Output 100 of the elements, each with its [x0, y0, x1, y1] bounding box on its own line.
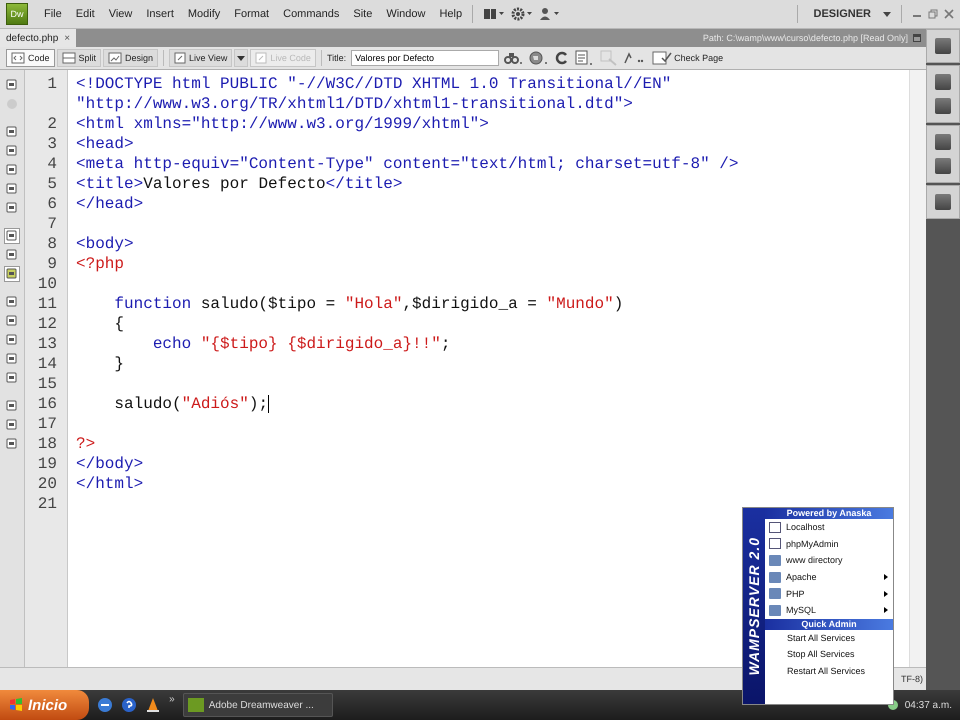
- code-line: <head>: [76, 134, 134, 154]
- document-tab[interactable]: defecto.php ×: [0, 29, 76, 47]
- menu-item[interactable]: www directory: [765, 552, 893, 569]
- menu-item[interactable]: Apache: [765, 568, 893, 586]
- line-number: 5: [46, 174, 57, 194]
- menu-header: Quick Admin: [765, 618, 893, 630]
- menu-item[interactable]: Site: [353, 8, 372, 20]
- code-line: echo "{$tipo} {$dirigido_a}!!";: [152, 334, 450, 354]
- line-number: 17: [36, 414, 57, 434]
- windows-flag-icon: [8, 697, 24, 713]
- help-icon[interactable]: [121, 697, 138, 713]
- folder-icon: [769, 604, 781, 616]
- caret-icon: [237, 56, 246, 60]
- code-line: <html xmlns="http://www.w3.org/1999/xhtml">: [76, 114, 489, 134]
- user-icon[interactable]: [539, 7, 562, 21]
- line-number: 18: [36, 434, 57, 454]
- taskbar-button[interactable]: Adobe Dreamweaver ...: [182, 693, 333, 717]
- line-number: 10: [36, 274, 57, 294]
- line-number: 20: [36, 474, 57, 494]
- caret-icon[interactable]: [883, 12, 891, 16]
- folder-icon: [769, 554, 781, 566]
- line-number: 9: [46, 254, 57, 274]
- page-icon: [769, 538, 781, 550]
- preview-icon: [255, 52, 268, 64]
- clock: 04:37 a.m.: [904, 700, 952, 710]
- encoding-label: TF-8): [901, 674, 923, 684]
- file-path: Path: C:\wamp\www\curso\defecto.php [Read Only]: [702, 33, 908, 43]
- menu-item[interactable]: Edit: [76, 8, 95, 20]
- line-number: 12: [36, 314, 57, 334]
- menu-item[interactable]: Window: [386, 8, 426, 20]
- code-line: <body>: [76, 234, 134, 254]
- menu-item[interactable]: View: [108, 8, 132, 20]
- page-icon: [769, 522, 781, 533]
- code-line: ?>: [76, 434, 96, 454]
- line-number: 16: [36, 394, 57, 414]
- view-tab[interactable]: Split: [56, 49, 102, 67]
- binoculars-icon[interactable]: [504, 51, 524, 65]
- view-tab[interactable]: Code: [6, 49, 55, 67]
- code-line: </head>: [76, 194, 144, 214]
- title-field[interactable]: Valores por Defecto: [351, 50, 500, 66]
- dropdown-button[interactable]: [234, 49, 248, 67]
- browser-icon[interactable]: [97, 697, 114, 713]
- code-line: saludo("Adiós");: [113, 394, 268, 414]
- code-line: </body>: [76, 454, 144, 474]
- menu-item[interactable]: Restart All Services: [765, 662, 893, 680]
- live-view-button[interactable]: Live View: [169, 49, 232, 67]
- line-number: 4: [46, 154, 57, 174]
- design-view-icon: [108, 52, 122, 64]
- menu-item[interactable]: File: [44, 8, 62, 20]
- folder-icon: [769, 572, 781, 583]
- menu-item[interactable]: MySQL: [765, 602, 893, 619]
- gear-icon[interactable]: [511, 7, 534, 21]
- menu-item[interactable]: Start All Services: [765, 630, 893, 646]
- code-line: <!DOCTYPE html PUBLIC "-//W3C//DTD XHTML 1.0 Transitional//EN" "http://www.w3.org/TR/xhtml1/DTD/xhtml1-transitional.dtd">: [76, 74, 672, 114]
- menu-banner: WAMPSERVER 2.0: [743, 508, 765, 704]
- code-line: {: [113, 314, 124, 334]
- menu-header: Powered by Anaska: [765, 508, 893, 519]
- line-number: 2: [46, 114, 57, 134]
- app-logo: Dw: [6, 3, 28, 25]
- line-number: 14: [36, 354, 57, 374]
- code-line: <title>Valores por Defecto</title>: [76, 174, 402, 194]
- preview-icon: [174, 52, 186, 64]
- menu-item[interactable]: Help: [439, 8, 462, 20]
- menu-item[interactable]: Modify: [188, 8, 220, 20]
- start-button[interactable]: Inicio: [0, 690, 90, 720]
- window-icon[interactable]: [912, 33, 922, 43]
- line-number: 13: [36, 334, 57, 354]
- view-tab[interactable]: Design: [103, 49, 158, 67]
- menu-item[interactable]: Stop All Services: [765, 646, 893, 663]
- app-icon: [188, 698, 204, 712]
- menu-item[interactable]: Localhost: [765, 519, 893, 536]
- folder-icon: [769, 588, 781, 600]
- menu-item[interactable]: phpMyAdmin: [765, 536, 893, 552]
- title-label: Title:: [326, 53, 346, 63]
- code-line: <meta http-equiv="Content-Type" content="text/html; charset=utf-8" />: [76, 154, 739, 174]
- line-number: 8: [46, 234, 57, 254]
- line-number: 1: [46, 74, 57, 95]
- menu-item[interactable]: Format: [234, 8, 270, 20]
- line-number: 15: [36, 374, 57, 394]
- workspace-switcher[interactable]: DESIGNER: [808, 8, 877, 20]
- split-view-icon: [62, 52, 76, 64]
- line-number: 11: [36, 294, 57, 314]
- code-line: }: [113, 354, 124, 374]
- menu-item[interactable]: Commands: [283, 8, 340, 20]
- close-icon[interactable]: [944, 9, 954, 19]
- scrollbar[interactable]: [909, 70, 926, 667]
- line-number: 7: [46, 214, 57, 234]
- code-line: </html>: [76, 474, 144, 494]
- menu-item[interactable]: PHP: [765, 585, 893, 602]
- menu-item[interactable]: Insert: [146, 8, 174, 20]
- line-number: 6: [46, 194, 57, 214]
- line-number: 19: [36, 454, 57, 474]
- line-number: 21: [36, 494, 57, 514]
- code-line: <?php: [76, 254, 124, 274]
- cone-icon[interactable]: [145, 697, 162, 713]
- layout-icon[interactable]: [483, 8, 506, 20]
- restore-icon[interactable]: [928, 9, 938, 19]
- line-number: 3: [46, 134, 57, 154]
- more-button[interactable]: »: [169, 694, 175, 705]
- check-page-button[interactable]: Check Page: [650, 51, 726, 65]
